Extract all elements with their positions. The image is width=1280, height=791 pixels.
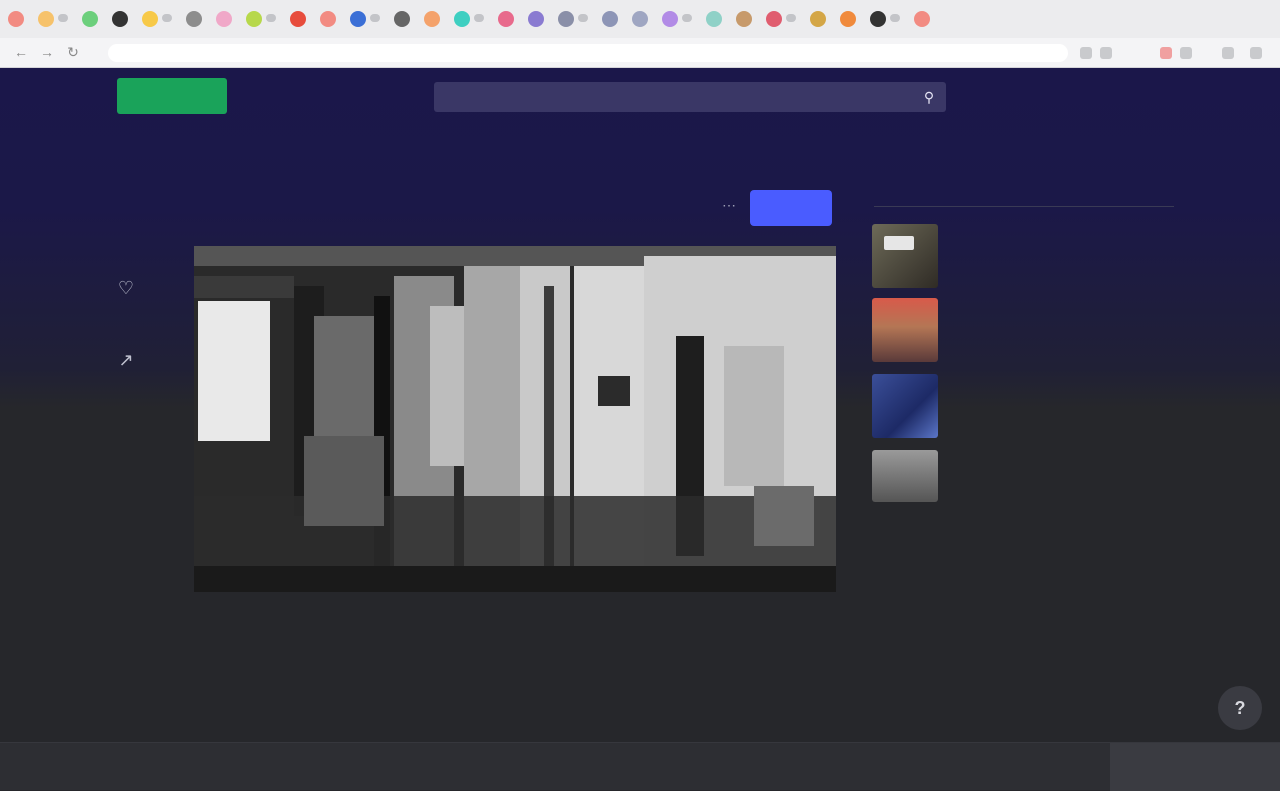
recommended-item[interactable] <box>872 374 1172 438</box>
tab-favicon-icon[interactable] <box>290 11 306 27</box>
recommended-item[interactable] <box>872 298 1172 362</box>
address-bar[interactable] <box>108 44 1068 62</box>
tab-favicon-icon[interactable] <box>602 11 618 27</box>
follow-button[interactable] <box>750 190 832 226</box>
tab-favicon-icon[interactable] <box>914 11 930 27</box>
recommended-title <box>948 468 1168 484</box>
help-icon[interactable]: ? <box>1218 686 1262 730</box>
extension-icon[interactable] <box>1222 47 1234 59</box>
more-icon[interactable]: ⋯ <box>718 195 740 215</box>
tab-favicon-icon[interactable] <box>186 11 202 27</box>
tab-favicon-icon[interactable] <box>528 11 544 27</box>
tab-favicon-icon[interactable] <box>424 11 440 27</box>
back-arrow-icon[interactable]: ← <box>14 45 28 59</box>
site-page: ⚲ ♡ ↗ ⋯ ? <box>0 68 1280 791</box>
recommended-title <box>948 316 1168 332</box>
tab-favicon-icon[interactable] <box>142 11 158 27</box>
recommended-thumbnail <box>872 298 938 362</box>
recommended-item[interactable] <box>872 450 1172 514</box>
site-logo[interactable] <box>6 86 96 108</box>
tab-favicon-icon[interactable] <box>454 11 470 27</box>
share-icon[interactable]: ↗ <box>112 346 140 374</box>
tab-favicon-icon[interactable] <box>632 11 648 27</box>
search-input[interactable]: ⚲ <box>434 82 946 112</box>
tab-favicon-icon[interactable] <box>8 11 24 27</box>
tab-favicon-icon[interactable] <box>766 11 782 27</box>
tab-title-placeholder <box>682 14 692 22</box>
tab-favicon-icon[interactable] <box>394 11 410 27</box>
extension-icon[interactable] <box>1080 47 1092 59</box>
browser-tab-strip <box>0 0 1280 38</box>
tab-favicon-icon[interactable] <box>840 11 856 27</box>
recommended-thumbnail <box>872 374 938 438</box>
sidebar-heading <box>874 182 1174 204</box>
tab-favicon-icon[interactable] <box>246 11 262 27</box>
video-frame-image <box>194 246 836 592</box>
tab-favicon-icon[interactable] <box>38 11 54 27</box>
like-icon[interactable]: ♡ <box>112 274 140 302</box>
tab-favicon-icon[interactable] <box>216 11 232 27</box>
extension-icon[interactable] <box>1160 47 1172 59</box>
tab-title-placeholder <box>162 14 172 22</box>
reload-icon[interactable]: ↻ <box>66 45 80 59</box>
tab-favicon-icon[interactable] <box>320 11 336 27</box>
tab-favicon-icon[interactable] <box>736 11 752 27</box>
site-footer <box>0 742 1280 791</box>
tab-favicon-icon[interactable] <box>82 11 98 27</box>
recommended-thumbnail <box>872 224 938 288</box>
footer-cta-button[interactable] <box>1110 743 1280 791</box>
forward-arrow-icon[interactable]: → <box>40 45 54 59</box>
tab-title-placeholder <box>578 14 588 22</box>
extension-icon[interactable] <box>1100 47 1112 59</box>
tab-favicon-icon[interactable] <box>810 11 826 27</box>
tab-favicon-icon[interactable] <box>498 11 514 27</box>
recommended-thumbnail <box>872 450 938 502</box>
tab-title-placeholder <box>266 14 276 22</box>
tab-favicon-icon[interactable] <box>870 11 886 27</box>
tab-favicon-icon[interactable] <box>662 11 678 27</box>
tab-title-placeholder <box>786 14 796 22</box>
extension-icon[interactable] <box>1180 47 1192 59</box>
recommended-title <box>948 242 1168 258</box>
sidebar-divider <box>874 206 1174 207</box>
recommended-title <box>948 392 1168 408</box>
tab-title-placeholder <box>58 14 68 22</box>
search-icon[interactable]: ⚲ <box>918 87 940 107</box>
browser-menu-icon[interactable] <box>1250 47 1262 59</box>
video-title <box>196 196 716 214</box>
tab-title-placeholder <box>474 14 484 22</box>
tab-favicon-icon[interactable] <box>350 11 366 27</box>
tab-favicon-icon[interactable] <box>706 11 722 27</box>
tab-favicon-icon[interactable] <box>112 11 128 27</box>
browser-toolbar: ← → ↻ <box>0 38 1280 68</box>
video-player[interactable] <box>194 246 836 592</box>
tab-title-placeholder <box>370 14 380 22</box>
tab-favicon-icon[interactable] <box>558 11 574 27</box>
recommended-item[interactable] <box>872 224 1172 288</box>
tab-title-placeholder <box>890 14 900 22</box>
upload-button[interactable] <box>117 78 227 114</box>
